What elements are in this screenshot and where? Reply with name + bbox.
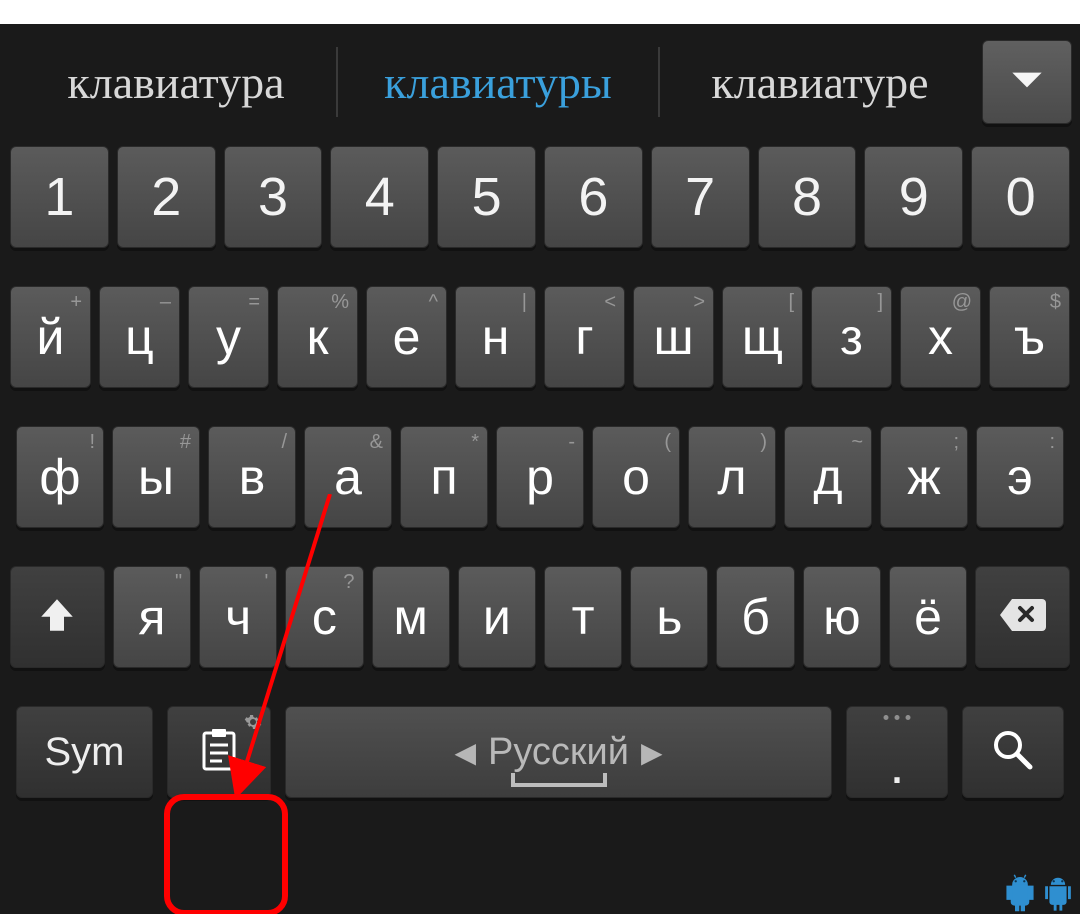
chevron-right-icon: ▶ [641,736,663,769]
suggestion-3[interactable]: клавиатуре [666,56,974,109]
shift-icon [36,594,78,641]
divider [336,47,338,117]
key-8[interactable]: 8 [758,146,857,248]
letter-row-3: "я 'ч ?с м и т ь б ю ё [10,566,1070,668]
clipboard-settings-key[interactable] [167,706,271,798]
key-letter[interactable]: б [716,566,794,668]
shift-key[interactable] [10,566,105,668]
key-0[interactable]: 0 [971,146,1070,248]
expand-suggestions-button[interactable] [982,40,1072,124]
key-7[interactable]: 7 [651,146,750,248]
language-label: Русский [488,731,629,774]
key-letter[interactable]: :э [976,426,1064,528]
key-letter[interactable]: 'ч [199,566,277,668]
key-letter[interactable]: м [372,566,450,668]
key-letter[interactable]: ь [630,566,708,668]
letter-row-1: +й –ц =у %к ^е |н <г >ш [щ ]з @х $ъ [10,286,1070,388]
key-letter[interactable]: (о [592,426,680,528]
suggestion-1[interactable]: клавиатура [22,56,330,109]
key-letter[interactable]: ?с [285,566,363,668]
key-letter[interactable]: и [458,566,536,668]
android-watermark-icon [1002,872,1076,912]
key-letter[interactable]: [щ [722,286,803,388]
key-9[interactable]: 9 [864,146,963,248]
key-letter[interactable]: /в [208,426,296,528]
key-letter[interactable]: ё [889,566,967,668]
key-3[interactable]: 3 [224,146,323,248]
space-indicator-icon [509,771,609,789]
key-5[interactable]: 5 [437,146,536,248]
key-letter[interactable]: $ъ [989,286,1070,388]
key-letter[interactable]: т [544,566,622,668]
letter-row-2: !ф #ы /в &а *п -р (о )л ~д ;ж :э [10,426,1070,528]
backspace-key[interactable] [975,566,1070,668]
key-letter[interactable]: ]з [811,286,892,388]
key-letter[interactable]: >ш [633,286,714,388]
key-letter[interactable]: =у [188,286,269,388]
status-bar [0,0,1080,24]
suggestion-bar: клавиатура клавиатуры клавиатуре [0,24,1080,140]
key-letter[interactable]: *п [400,426,488,528]
gear-icon [244,713,262,736]
symbols-key[interactable]: Sym [16,706,153,798]
key-letter[interactable]: |н [455,286,536,388]
spacebar-key[interactable]: ◀ Русский ▶ [285,706,832,798]
chevron-down-icon [1005,58,1049,107]
clipboard-icon [198,727,240,778]
keyboard: клавиатура клавиатуры клавиатуре 1 2 3 4… [0,24,1080,914]
key-letter[interactable]: -р [496,426,584,528]
key-letter[interactable]: +й [10,286,91,388]
bottom-row: Sym ◀ Русский ▶ [10,706,1070,798]
key-letter[interactable]: "я [113,566,191,668]
chevron-left-icon: ◀ [454,736,476,769]
key-letter[interactable]: –ц [99,286,180,388]
key-letter[interactable]: @х [900,286,981,388]
key-letter[interactable]: ^е [366,286,447,388]
key-letter[interactable]: )л [688,426,776,528]
divider [658,47,660,117]
key-6[interactable]: 6 [544,146,643,248]
search-key[interactable] [962,706,1064,798]
key-letter[interactable]: &а [304,426,392,528]
backspace-icon [998,597,1048,638]
key-letter[interactable]: ~д [784,426,872,528]
suggestion-2[interactable]: клавиатуры [344,56,652,109]
key-1[interactable]: 1 [10,146,109,248]
longpress-hint-icon [884,715,911,720]
period-key[interactable]: . [846,706,948,798]
key-letter[interactable]: %к [277,286,358,388]
key-2[interactable]: 2 [117,146,216,248]
search-icon [990,727,1036,778]
number-row: 1 2 3 4 5 6 7 8 9 0 [10,146,1070,248]
key-4[interactable]: 4 [330,146,429,248]
key-letter[interactable]: <г [544,286,625,388]
key-letter[interactable]: #ы [112,426,200,528]
key-letter[interactable]: !ф [16,426,104,528]
key-letter[interactable]: ;ж [880,426,968,528]
key-letter[interactable]: ю [803,566,881,668]
